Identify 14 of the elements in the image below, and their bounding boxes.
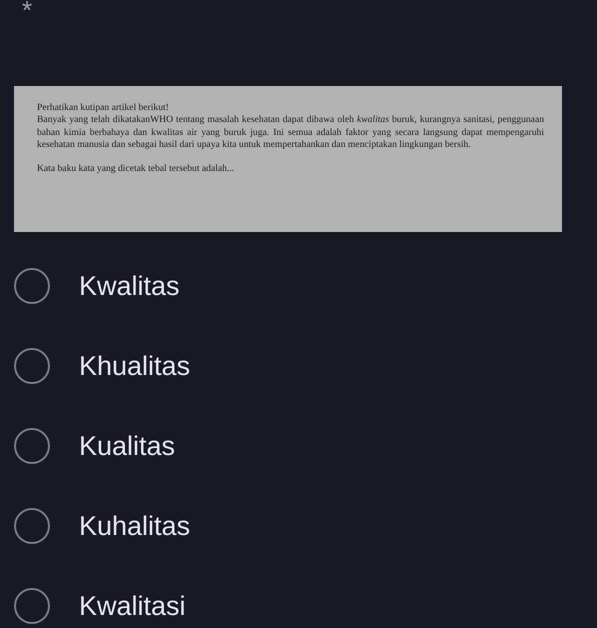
question-text: Kata baku kata yang dicetak tebal tersebut adalah... (37, 163, 236, 176)
radio-button[interactable] (14, 348, 50, 384)
radio-button[interactable] (14, 268, 50, 304)
option-label[interactable]: Kwalitasi (79, 590, 186, 622)
option-label[interactable]: Kuhalitas (79, 510, 190, 542)
radio-button[interactable] (14, 428, 50, 464)
required-mark: * (22, 0, 34, 20)
option-label[interactable]: Kwalitas (79, 270, 180, 302)
radio-button[interactable] (14, 588, 50, 624)
radio-button[interactable] (14, 508, 50, 544)
option-label[interactable]: Kualitas (79, 430, 176, 462)
article-paragraph: Banyak yang telah dikatakanWHO tentang masalah kesehatan dapat dibawa oleh kwalitas buruk, kurangnya sanitasi, penggunaan bahan kimia berbahaya dan kwalitas air yang buruk juga. Ini semua adalah faktor yang secara langsung dapat mempengaruhi kesehatan manusia dan sebagai hasil dari upaya kita untuk mempertahankan dan menciptakan lingkungan bersih. (37, 114, 544, 152)
intro-text: Perhatikan kutipan artikel berikut! (37, 102, 170, 114)
option-label[interactable]: Khualitas (79, 350, 190, 382)
